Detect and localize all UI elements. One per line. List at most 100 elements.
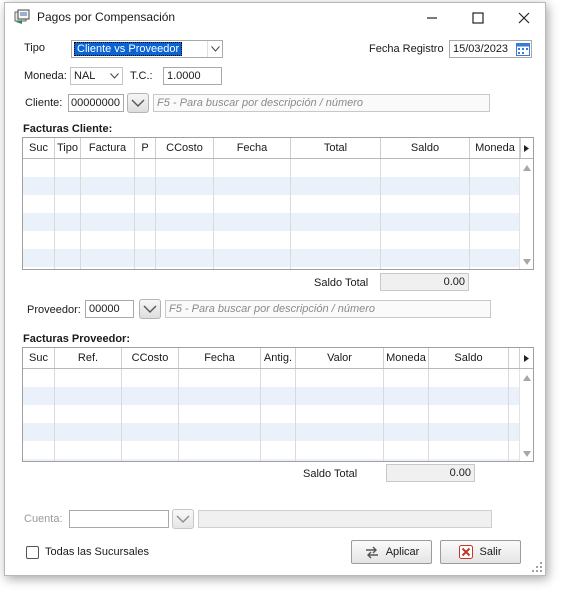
vertical-scrollbar[interactable] <box>519 369 533 461</box>
table-row[interactable] <box>23 249 519 267</box>
facturas-proveedor-column-header[interactable]: Valor <box>296 348 384 368</box>
proveedor-number-input[interactable]: 00000 <box>85 300 134 318</box>
table-row[interactable] <box>23 387 519 405</box>
cuenta-search-button[interactable] <box>172 509 194 529</box>
facturas-cliente-column-header[interactable]: CCosto <box>156 138 214 158</box>
table-row[interactable] <box>23 459 519 461</box>
app-icon <box>14 9 30 24</box>
column-divider <box>469 159 470 269</box>
window-title: Pagos por Compensación <box>37 10 176 24</box>
facturas-cliente-grid[interactable]: Suc Tipo Factura P CCosto Fecha Total Saldo Mone… <box>22 137 534 270</box>
scroll-down-icon[interactable] <box>523 451 531 457</box>
chevron-down-icon <box>107 68 122 84</box>
title-bar: Pagos por Compensación <box>5 3 545 31</box>
saldo-total-proveedor-value: 0.00 <box>386 464 475 482</box>
scroll-up-icon[interactable] <box>523 165 531 171</box>
cliente-number-input[interactable]: 00000000 <box>68 94 124 112</box>
fecha-registro-value: 15/03/2023 <box>453 43 509 55</box>
scroll-right-icon[interactable] <box>519 138 533 158</box>
payment-compensation-window: Pagos por Compensación Tipo Cliente vs P… <box>4 2 546 576</box>
resize-grip-icon[interactable] <box>532 562 542 572</box>
facturas-proveedor-title: Facturas Proveedor: <box>23 333 130 345</box>
column-divider <box>508 369 509 461</box>
column-divider <box>428 369 429 461</box>
table-row[interactable] <box>23 177 519 195</box>
facturas-proveedor-column-header[interactable]: Moneda <box>384 348 429 368</box>
apply-arrows-icon <box>365 546 378 559</box>
vertical-scrollbar[interactable] <box>519 159 533 269</box>
saldo-total-cliente-label: Saldo Total <box>314 277 369 289</box>
maximize-button[interactable] <box>463 7 493 29</box>
fecha-registro-label: Fecha Registro <box>369 43 444 55</box>
table-row[interactable] <box>23 213 519 231</box>
moneda-value: NAL <box>74 70 96 82</box>
proveedor-search-input[interactable]: F5 - Para buscar por descripción / númer… <box>165 300 491 318</box>
tc-value: 1.0000 <box>167 70 201 82</box>
close-button[interactable] <box>509 7 539 29</box>
minimize-button[interactable] <box>417 7 447 29</box>
facturas-proveedor-column-header[interactable]: Ref. <box>55 348 122 368</box>
saldo-total-cliente-value: 0.00 <box>380 273 469 291</box>
facturas-cliente-column-header[interactable]: P <box>135 138 156 158</box>
table-row[interactable] <box>23 369 519 387</box>
column-divider <box>290 159 291 269</box>
table-row[interactable] <box>23 195 519 213</box>
table-row[interactable] <box>23 159 519 177</box>
aplicar-label: Aplicar <box>385 546 420 558</box>
chevron-down-icon <box>207 41 222 57</box>
cliente-label: Cliente: <box>25 97 63 109</box>
salir-button[interactable]: Salir <box>440 540 521 564</box>
column-divider <box>295 369 296 461</box>
tc-label: T.C.: <box>130 70 153 82</box>
tipo-select[interactable]: Cliente vs Proveedor <box>71 40 223 58</box>
proveedor-search-button[interactable] <box>139 299 161 319</box>
column-divider <box>54 369 55 461</box>
table-row[interactable] <box>23 441 519 459</box>
facturas-proveedor-column-header[interactable]: CCosto <box>122 348 179 368</box>
proveedor-label: Proveedor: <box>27 304 81 316</box>
aplicar-button[interactable]: Aplicar <box>351 540 432 564</box>
facturas-cliente-title: Facturas Cliente: <box>23 123 113 135</box>
todas-sucursales-checkbox[interactable] <box>26 546 39 559</box>
table-row[interactable] <box>23 231 519 249</box>
scroll-down-icon[interactable] <box>523 259 531 265</box>
facturas-cliente-column-header[interactable]: Fecha <box>214 138 291 158</box>
facturas-cliente-column-header[interactable]: Factura <box>81 138 135 158</box>
salir-label: Salir <box>479 546 502 558</box>
facturas-cliente-header: Suc Tipo Factura P CCosto Fecha Total Saldo Mone… <box>23 138 533 159</box>
cliente-search-input[interactable]: F5 - Para buscar por descripción / númer… <box>153 94 490 112</box>
saldo-total-proveedor-label: Saldo Total <box>303 468 358 480</box>
column-divider <box>213 159 214 269</box>
column-divider <box>121 369 122 461</box>
scroll-right-icon[interactable] <box>519 348 533 368</box>
facturas-proveedor-column-header[interactable]: Antig. <box>261 348 296 368</box>
cliente-number-value: 00000000 <box>71 97 120 109</box>
calendar-icon[interactable] <box>516 42 530 56</box>
chevron-down-icon <box>131 99 145 107</box>
facturas-proveedor-column-header[interactable]: Saldo <box>429 348 509 368</box>
exit-icon <box>459 545 474 559</box>
column-divider <box>178 369 179 461</box>
facturas-proveedor-grid[interactable]: Suc Ref. CCosto Fecha Antig. Valor Moneda Saldo <box>22 347 534 462</box>
facturas-proveedor-column-header[interactable]: Suc <box>23 348 55 368</box>
cuenta-input[interactable] <box>69 510 169 528</box>
table-row[interactable] <box>23 423 519 441</box>
maximize-icon <box>472 12 484 24</box>
tc-input[interactable]: 1.0000 <box>163 67 222 85</box>
cliente-search-button[interactable] <box>127 93 149 113</box>
facturas-cliente-column-header[interactable]: Tipo <box>55 138 81 158</box>
column-divider <box>134 159 135 269</box>
moneda-select[interactable]: NAL <box>70 67 123 85</box>
table-row[interactable] <box>23 405 519 423</box>
facturas-proveedor-header: Suc Ref. CCosto Fecha Antig. Valor Moneda Saldo <box>23 348 533 369</box>
table-row[interactable] <box>23 267 519 269</box>
facturas-cliente-column-header[interactable]: Total <box>291 138 381 158</box>
facturas-cliente-column-header[interactable]: Saldo <box>381 138 470 158</box>
facturas-cliente-column-header[interactable]: Moneda <box>470 138 521 158</box>
todas-sucursales-label[interactable]: Todas las Sucursales <box>45 546 149 558</box>
column-divider <box>80 159 81 269</box>
facturas-cliente-column-header[interactable]: Suc <box>23 138 55 158</box>
scroll-up-icon[interactable] <box>523 375 531 381</box>
facturas-proveedor-column-header[interactable]: Fecha <box>179 348 261 368</box>
tipo-value: Cliente vs Proveedor <box>74 42 183 56</box>
